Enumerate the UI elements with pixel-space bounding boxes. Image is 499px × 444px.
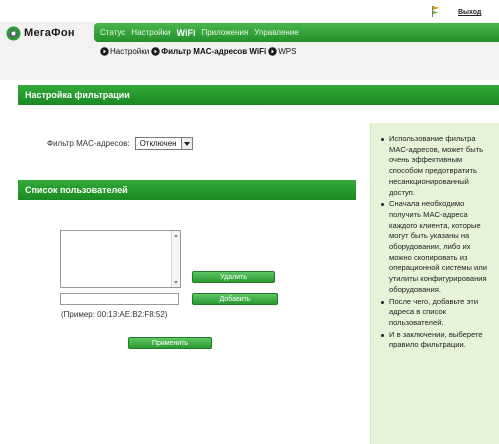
menu-apps[interactable]: Приложения [201,28,248,37]
filter-row: Фильтр MAC-адресов: Отключен [47,137,193,150]
apply-button[interactable]: Применить [128,337,212,349]
help-item: Сначала необходимо получить MAC-адреса к… [381,199,495,295]
filter-settings-header: Настройка фильтрации [18,85,499,105]
mac-address-input[interactable] [60,293,179,305]
user-list-header: Список пользователей [18,180,356,200]
arrow-circle-icon [100,46,109,56]
scroll-up-icon[interactable] [174,234,178,237]
subnav-wps[interactable]: WPS [278,47,296,56]
delete-button[interactable]: Удалить [192,271,275,283]
list-scrollbar[interactable] [171,231,180,287]
megafon-logo-icon [6,26,21,40]
logo[interactable]: МегаФон [6,24,75,42]
help-panel: Использование фильтра MAC-адресов, может… [370,123,499,444]
help-item: Использование фильтра MAC-адресов, может… [381,134,495,198]
mac-filter-selected-value: Отключен [139,139,177,148]
help-list: Использование фильтра MAC-адресов, может… [381,134,495,351]
arrow-circle-icon [268,46,277,56]
menu-status[interactable]: Статус [100,28,125,37]
help-item: И в заключении, выберете правило фильтра… [381,330,495,351]
menu-wifi[interactable]: WiFi [177,28,196,38]
arrow-circle-icon [151,46,160,56]
sub-navigation: Настройки Фильтр MAC-адресов WiFi WPS [100,45,298,57]
mac-filter-select[interactable]: Отключен [134,137,193,150]
top-strip: Выход [0,0,499,22]
logout-link[interactable]: Выход [458,9,481,16]
mac-filter-label: Фильтр MAC-адресов: [47,139,130,148]
subnav-mac-filter[interactable]: Фильтр MAC-адресов WiFi [161,47,266,56]
menu-management[interactable]: Управление [254,28,298,37]
subnav-settings[interactable]: Настройки [110,47,149,56]
mac-example-hint: (Пример: 00:13:AE:B2:F8:52) [61,310,168,319]
mac-address-list[interactable] [60,230,181,288]
chevron-down-icon[interactable] [180,138,192,149]
header: МегаФон Статус Настройки WiFi Приложения… [0,22,499,80]
scroll-down-icon[interactable] [174,281,178,284]
logo-text: МегаФон [24,27,75,39]
menu-settings[interactable]: Настройки [131,28,170,37]
add-button[interactable]: Добавить [192,293,278,305]
help-item: После чего, добавьте эти адреса в список… [381,297,495,329]
flag-icon [432,6,440,17]
main-menu: Статус Настройки WiFi Приложения Управле… [94,23,499,42]
